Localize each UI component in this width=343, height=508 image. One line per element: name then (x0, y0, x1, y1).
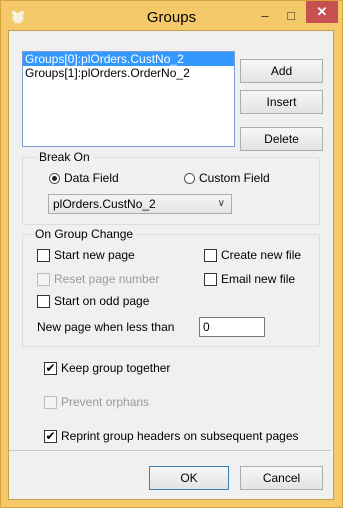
cancel-button[interactable]: Cancel (240, 466, 323, 490)
checkbox-empty-icon (204, 248, 217, 262)
start-on-odd-page-checkbox[interactable]: Start on odd page (37, 294, 149, 308)
groups-list[interactable]: Groups[0]:plOrders.CustNo_2 Groups[1]:pl… (22, 51, 235, 147)
radio-unselected-icon (184, 172, 195, 184)
ok-button[interactable]: OK (149, 466, 229, 490)
checkbox-empty-icon (204, 272, 217, 286)
checkbox-empty-icon (37, 248, 50, 262)
reprint-headers-checkbox[interactable]: ✔ Reprint group headers on subsequent pa… (44, 429, 299, 443)
radio-selected-icon (49, 172, 60, 184)
maximize-icon[interactable]: □ (278, 3, 304, 27)
break-field-select[interactable]: plOrders.CustNo_2 ∨ (48, 194, 232, 214)
close-icon[interactable]: ✕ (306, 1, 338, 23)
custom-field-radio[interactable]: Custom Field (184, 171, 270, 185)
start-on-odd-page-label: Start on odd page (54, 294, 150, 308)
chevron-down-icon: ∨ (217, 198, 225, 209)
new-page-less-than-input[interactable]: 0 (199, 317, 265, 337)
data-field-radio[interactable]: Data Field (49, 171, 119, 185)
list-item[interactable]: Groups[1]:plOrders.OrderNo_2 (23, 66, 234, 80)
create-new-file-checkbox[interactable]: Create new file (204, 248, 301, 262)
create-new-file-label: Create new file (221, 248, 302, 262)
checkbox-disabled-icon (37, 272, 50, 286)
reset-page-number-label: Reset page number (54, 272, 160, 286)
minimize-icon[interactable]: – (252, 3, 278, 27)
add-button[interactable]: Add (240, 59, 323, 83)
email-new-file-checkbox[interactable]: Email new file (204, 272, 295, 286)
keep-group-together-checkbox[interactable]: ✔ Keep group together (44, 361, 170, 375)
prevent-orphans-checkbox: Prevent orphans (44, 395, 149, 409)
new-page-less-than-label: New page when less than (37, 320, 175, 334)
reset-page-number-checkbox: Reset page number (37, 272, 159, 286)
break-on-label: Break On (36, 150, 93, 164)
reprint-headers-label: Reprint group headers on subsequent page… (61, 429, 299, 443)
checkbox-disabled-icon (44, 395, 57, 409)
data-field-label: Data Field (64, 171, 119, 185)
custom-field-label: Custom Field (199, 171, 270, 185)
delete-button[interactable]: Delete (240, 127, 323, 151)
prevent-orphans-label: Prevent orphans (61, 395, 150, 409)
start-new-page-label: Start new page (54, 248, 135, 262)
checkmark-icon: ✔ (44, 360, 57, 375)
keep-group-together-label: Keep group together (61, 361, 171, 375)
insert-button[interactable]: Insert (240, 90, 323, 114)
checkmark-icon: ✔ (44, 428, 57, 443)
break-field-value: plOrders.CustNo_2 (53, 197, 156, 211)
list-item[interactable]: Groups[0]:plOrders.CustNo_2 (23, 52, 234, 66)
break-on-group (22, 157, 320, 225)
email-new-file-label: Email new file (221, 272, 296, 286)
on-group-change-label: On Group Change (32, 227, 137, 241)
checkbox-empty-icon (37, 294, 50, 308)
divider (9, 450, 331, 451)
start-new-page-checkbox[interactable]: Start new page (37, 248, 135, 262)
